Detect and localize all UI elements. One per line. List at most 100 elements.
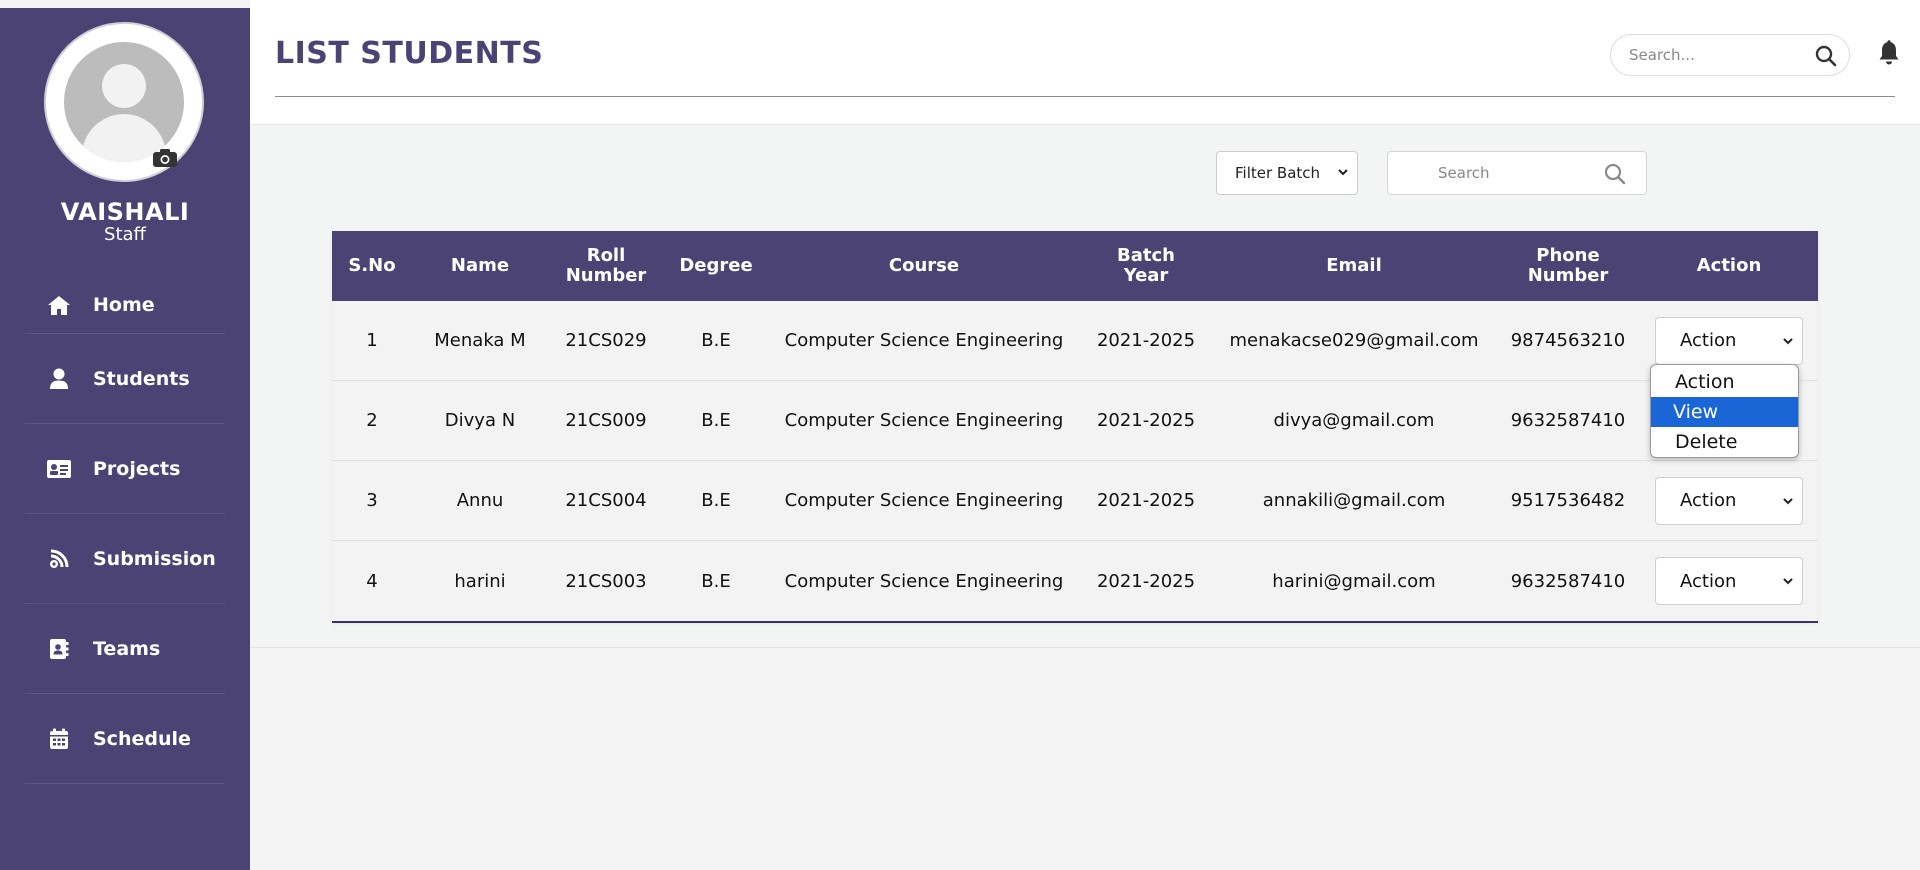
action-dropdown-menu: Action View Delete — [1650, 364, 1799, 458]
sidebar-item-label: Projects — [93, 457, 181, 480]
students-table: S.No Name Roll Number Degree Course Batc… — [332, 231, 1818, 623]
cell-batch-year: 2021-2025 — [1096, 570, 1196, 592]
sidebar-item-submission[interactable]: Submission — [25, 514, 225, 604]
dropdown-option-action[interactable]: Action — [1651, 367, 1798, 397]
action-select-value: Action — [1680, 330, 1737, 351]
column-header-roll-number: Roll Number — [565, 245, 647, 286]
cell-email: menakacse029@gmail.com — [1229, 330, 1479, 351]
cell-phone-number: 9874563210 — [1510, 330, 1626, 351]
avatar-placeholder-icon — [64, 42, 184, 162]
table-search — [1387, 151, 1647, 195]
table-header: S.No Name Roll Number Degree Course Batc… — [332, 231, 1818, 301]
header-divider — [275, 96, 1895, 97]
cell-course: Computer Science Engineering — [784, 410, 1064, 431]
cell-degree: B.E — [701, 570, 731, 592]
cell-email: harini@gmail.com — [1272, 570, 1436, 592]
sidebar-item-projects[interactable]: Projects — [25, 424, 225, 514]
column-header-name: Name — [450, 255, 510, 276]
action-select-value: Action — [1680, 490, 1737, 511]
sidebar-item-teams[interactable]: Teams — [25, 604, 225, 694]
cell-name: harini — [454, 570, 506, 592]
user-icon — [47, 368, 71, 390]
cell-sno: 3 — [366, 490, 378, 511]
cell-roll-number: 21CS003 — [565, 570, 647, 592]
cell-course: Computer Science Engineering — [784, 490, 1064, 511]
page-header: LIST STUDENTS — [250, 0, 1920, 124]
column-header-degree: Degree — [679, 255, 753, 276]
sidebar-item-label: Schedule — [93, 727, 191, 750]
chevron-down-icon — [1783, 578, 1793, 585]
filter-batch-label: Filter Batch — [1235, 164, 1321, 182]
search-icon[interactable] — [1815, 45, 1837, 67]
cell-name: Menaka M — [434, 330, 526, 351]
id-card-icon — [47, 458, 71, 480]
cell-course: Computer Science Engineering — [784, 330, 1064, 351]
header-search — [1610, 34, 1850, 76]
cell-phone-number: 9632587410 — [1510, 410, 1626, 431]
avatar[interactable] — [44, 22, 204, 182]
column-header-email: Email — [1326, 255, 1382, 276]
cell-degree: B.E — [701, 410, 731, 431]
column-header-batch-year: Batch Year — [1117, 245, 1175, 286]
sidebar-item-students[interactable]: Students — [25, 334, 225, 424]
action-select[interactable]: Action — [1655, 557, 1803, 605]
cell-roll-number: 21CS029 — [565, 330, 647, 351]
dropdown-option-delete[interactable]: Delete — [1651, 427, 1798, 457]
camera-icon[interactable] — [152, 148, 178, 168]
sidebar-item-label: Students — [93, 367, 190, 390]
calendar-icon — [47, 728, 71, 750]
table-row: 3 Annu 21CS004 B.E Computer Science Engi… — [332, 461, 1818, 541]
cell-course: Computer Science Engineering — [784, 570, 1064, 592]
sidebar-nav: Home Students Projects Submission Teams — [25, 254, 225, 784]
cell-action: Action — [1640, 461, 1818, 540]
chevron-down-icon — [1338, 169, 1348, 176]
contact-book-icon — [47, 638, 71, 660]
cell-phone-number: 9517536482 — [1510, 490, 1626, 511]
cell-email: annakili@gmail.com — [1262, 490, 1446, 511]
table-row: 1 Menaka M 21CS029 B.E Computer Science … — [332, 301, 1818, 381]
column-header-action: Action — [1696, 255, 1762, 276]
cell-degree: B.E — [701, 330, 731, 351]
dropdown-option-view[interactable]: View — [1651, 397, 1798, 427]
table-row: 4 harini 21CS003 B.E Computer Science En… — [332, 541, 1818, 621]
chevron-down-icon — [1783, 497, 1793, 504]
home-icon — [47, 294, 71, 316]
sidebar: VAISHALI Staff Home Students Projects Su… — [0, 8, 250, 870]
column-header-phone-number: Phone Number — [1527, 245, 1609, 286]
action-select-value: Action — [1680, 570, 1737, 592]
sidebar-item-home[interactable]: Home — [25, 254, 225, 334]
cell-sno: 2 — [366, 410, 378, 431]
table-row: 2 Divya N 21CS009 B.E Computer Science E… — [332, 381, 1818, 461]
cell-name: Divya N — [444, 410, 516, 431]
table-search-input[interactable] — [1438, 164, 1588, 182]
submission-icon — [47, 548, 71, 570]
chevron-down-icon — [1783, 337, 1793, 344]
cell-batch-year: 2021-2025 — [1096, 410, 1196, 431]
header-search-input[interactable] — [1629, 46, 1809, 64]
filter-batch-select[interactable]: Filter Batch — [1216, 151, 1358, 195]
search-icon[interactable] — [1604, 163, 1626, 185]
cell-action: Action — [1640, 541, 1818, 621]
sidebar-item-label: Home — [93, 294, 155, 316]
cell-name: Annu — [456, 490, 504, 511]
cell-batch-year: 2021-2025 — [1096, 490, 1196, 511]
cell-email: divya@gmail.com — [1273, 410, 1435, 431]
sidebar-item-label: Submission — [93, 547, 216, 570]
bell-icon[interactable] — [1878, 40, 1900, 66]
action-select[interactable]: Action — [1655, 476, 1803, 525]
cell-degree: B.E — [701, 490, 731, 511]
cell-batch-year: 2021-2025 — [1096, 330, 1196, 351]
cell-phone-number: 9632587410 — [1510, 570, 1626, 592]
page-title: LIST STUDENTS — [275, 36, 544, 71]
cell-sno: 1 — [366, 330, 378, 351]
column-header-sno: S.No — [348, 255, 396, 276]
action-select[interactable]: Action — [1655, 316, 1803, 365]
column-header-course: Course — [888, 255, 960, 276]
cell-sno: 4 — [366, 570, 378, 592]
user-role: Staff — [104, 224, 146, 245]
cell-roll-number: 21CS009 — [565, 410, 647, 431]
sidebar-item-label: Teams — [93, 637, 161, 660]
cell-roll-number: 21CS004 — [565, 490, 647, 511]
sidebar-item-schedule[interactable]: Schedule — [25, 694, 225, 784]
user-name: VAISHALI — [60, 198, 190, 226]
